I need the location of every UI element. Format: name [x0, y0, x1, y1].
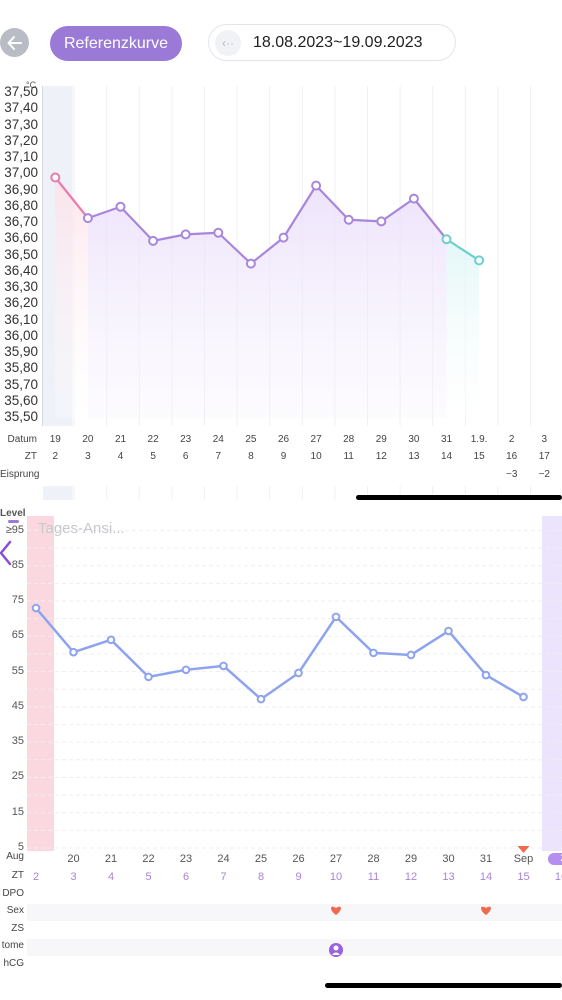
- row-label-hcg: hCG: [3, 957, 24, 969]
- future-band: [542, 516, 562, 851]
- lh-point[interactable]: [406, 650, 416, 660]
- current-day-pill[interactable]: 2: [548, 853, 562, 865]
- y-tick-label: 45: [11, 699, 24, 712]
- x-tick-cycle-day: 13: [442, 871, 455, 883]
- level-label: Level: [0, 508, 26, 519]
- row-label-tome: tome: [1, 940, 24, 951]
- x-tick-cycle-day: 12: [404, 871, 418, 883]
- period-band: [27, 516, 54, 851]
- x-tick-date: 23: [179, 853, 193, 865]
- lh-point[interactable]: [31, 603, 41, 613]
- row-label-zs: ZS: [11, 922, 24, 934]
- lh-point[interactable]: [106, 635, 116, 645]
- symptom-row-bg: [27, 939, 562, 956]
- y-tick-label: 35: [11, 735, 24, 748]
- home-indicator: [325, 983, 562, 988]
- x-tick-cycle-day: 15: [517, 871, 530, 883]
- x-tick-date: 20: [67, 853, 80, 865]
- x-tick-date: 25: [254, 853, 268, 865]
- x-tick-cycle-day: 14: [479, 871, 493, 883]
- x-tick-date: 31: [479, 853, 493, 865]
- lh-chart: [27, 516, 562, 957]
- level-indicator: [8, 520, 19, 523]
- x-tick-cycle-day: 4: [107, 871, 115, 883]
- x-tick-date: 21: [104, 853, 118, 865]
- x-tick-cycle-day: 16: [554, 871, 562, 883]
- x-tick-cycle-day: 3: [70, 871, 77, 883]
- sex-row-bg: [27, 904, 562, 921]
- x-tick-date: 29: [404, 853, 418, 865]
- row-label-month: Aug: [6, 851, 24, 862]
- x-tick-cycle-day: 9: [295, 871, 302, 883]
- x-tick-date: 22: [142, 853, 155, 865]
- lh-point[interactable]: [444, 626, 453, 636]
- x-tick-cycle-day: 6: [182, 871, 190, 883]
- y-tick-label: 55: [11, 664, 24, 677]
- x-tick-date: 26: [292, 853, 305, 865]
- x-tick-date: 30: [442, 853, 455, 865]
- y-tick-label: 15: [11, 805, 24, 818]
- row-label-sex: Sex: [6, 905, 24, 916]
- lh-point[interactable]: [219, 661, 228, 671]
- x-tick-cycle-day: 2: [32, 871, 40, 883]
- lh-point[interactable]: [69, 647, 78, 657]
- x-tick-cycle-day: 11: [367, 871, 380, 883]
- x-tick-cycle-day: 8: [257, 871, 265, 883]
- y-tick-label: 75: [11, 594, 24, 606]
- row-label-dpo: DPO: [2, 887, 24, 899]
- x-tick-date: 24: [217, 853, 230, 865]
- lh-point[interactable]: [256, 694, 266, 704]
- symptom-person-head: [333, 945, 339, 951]
- y-tick-label: 85: [11, 558, 24, 571]
- lh-point[interactable]: [481, 670, 491, 680]
- lh-point[interactable]: [331, 612, 341, 622]
- lh-point[interactable]: [519, 692, 528, 702]
- x-tick-date: 27: [329, 853, 343, 865]
- today-marker-icon: [517, 846, 530, 853]
- lh-point[interactable]: [181, 665, 191, 675]
- daily-view-label[interactable]: Tages-Ansi...: [38, 520, 125, 537]
- lh-point[interactable]: [294, 668, 303, 678]
- y-tick-label: 65: [11, 629, 24, 642]
- y-tick-label: 25: [11, 770, 24, 783]
- x-tick-date: 28: [367, 853, 380, 865]
- scroll-indicator-top: [356, 495, 562, 500]
- lh-point[interactable]: [369, 648, 378, 658]
- x-tick-cycle-day: 7: [220, 871, 227, 883]
- x-tick-cycle-day: 5: [145, 871, 152, 883]
- x-tick-cycle-day: 10: [329, 871, 343, 883]
- x-tick-date: Sep: [513, 853, 534, 865]
- y-tick-label: ≥95: [5, 524, 24, 536]
- lh-point[interactable]: [144, 672, 153, 682]
